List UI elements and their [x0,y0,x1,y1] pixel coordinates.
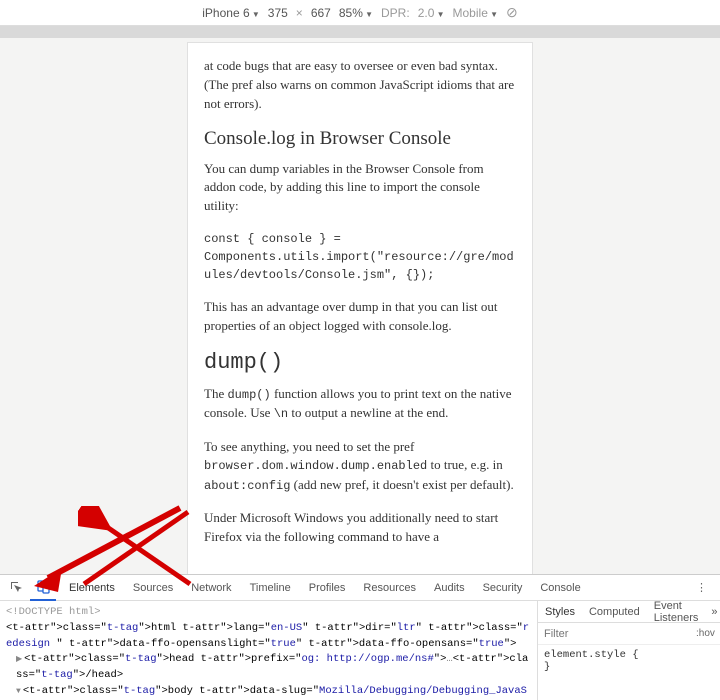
body-text: The dump() function allows you to print … [204,385,516,424]
tab-timeline[interactable]: Timeline [241,575,300,601]
head-element-line[interactable]: <t-attr">class="t-tag">head t-attr">pref… [6,652,531,684]
styles-tabs: Styles Computed Event Listeners » [538,601,720,623]
hov-toggle[interactable]: :hov [692,628,719,639]
toggle-device-mode-icon[interactable] [30,575,56,601]
styles-filter-input[interactable] [538,628,692,640]
code-block: const { console } = Components.utils.imp… [204,230,516,284]
tab-security[interactable]: Security [474,575,532,601]
tab-console[interactable]: Console [531,575,589,601]
styles-tab-eventlisteners[interactable]: Event Listeners [647,601,706,622]
dpr-label: DPR: [381,6,410,20]
device-toolbar: iPhone 6 375 × 667 85% DPR: 2.0 Mobile ⊘ [0,0,720,26]
styles-sidebar: Styles Computed Event Listeners » :hov .… [538,601,720,700]
styles-filter-row: :hov .cls [538,623,720,645]
body-text: at code bugs that are easy to oversee or… [204,57,516,114]
viewport-area: at code bugs that are easy to oversee or… [0,38,720,574]
tab-elements[interactable]: Elements [60,575,124,601]
dimension-separator: × [296,6,303,20]
mode-select[interactable]: Mobile [453,6,499,20]
viewport-height[interactable]: 667 [311,6,331,20]
styles-tabs-overflow-icon[interactable]: » [705,606,720,618]
element-style-rule[interactable]: element.style { [544,649,714,661]
elements-tree[interactable]: <!DOCTYPE html> <t-attr">class="t-tag">h… [0,601,538,700]
devtools-menu-icon[interactable]: ⋮ [690,581,714,594]
body-text: This has an advantage over dump in that … [204,298,516,336]
dpr-select[interactable]: 2.0 [418,6,445,20]
element-style-rule-close[interactable]: } [544,661,714,673]
styles-tab-styles[interactable]: Styles [538,601,582,622]
viewport-width[interactable]: 375 [268,6,288,20]
inspect-element-icon[interactable] [4,575,30,601]
subsection-heading: dump() [204,350,516,375]
device-frame[interactable]: at code bugs that are easy to oversee or… [187,42,533,578]
doctype-line[interactable]: <!DOCTYPE html> [6,605,531,621]
body-text: Under Microsoft Windows you additionally… [204,509,516,547]
devtools-tabbar: Elements Sources Network Timeline Profil… [0,575,720,601]
devtools-panel: Elements Sources Network Timeline Profil… [0,574,720,700]
tab-sources[interactable]: Sources [124,575,182,601]
no-throttle-icon[interactable]: ⊘ [506,4,518,21]
body-text: You can dump variables in the Browser Co… [204,160,516,217]
tab-audits[interactable]: Audits [425,575,474,601]
device-select[interactable]: iPhone 6 [202,6,260,20]
tab-profiles[interactable]: Profiles [300,575,355,601]
zoom-select[interactable]: 85% [339,6,373,20]
tab-resources[interactable]: Resources [354,575,425,601]
styles-tab-computed[interactable]: Computed [582,601,647,622]
tab-network[interactable]: Network [182,575,240,601]
body-text: To see anything, you need to set the pre… [204,438,516,496]
section-heading: Console.log in Browser Console [204,128,516,150]
html-element-line[interactable]: <t-attr">class="t-tag">html t-attr">lang… [6,621,531,653]
ruler-band [0,26,720,38]
body-element-line[interactable]: <t-attr">class="t-tag">body t-attr">data… [6,684,531,700]
style-rules[interactable]: element.style { } [538,645,720,677]
